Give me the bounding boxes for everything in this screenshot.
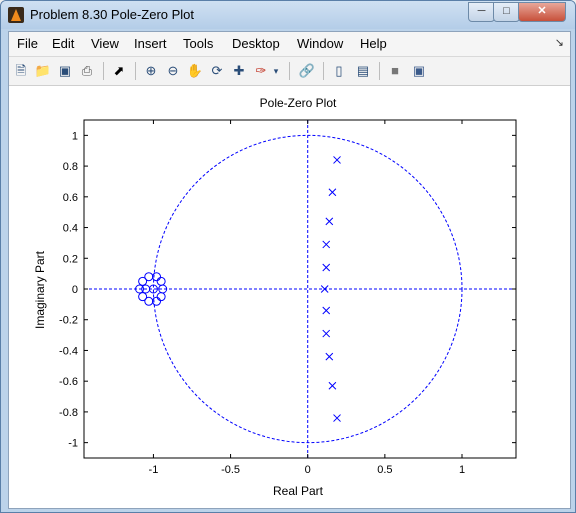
x-axis-label: Real Part [273,484,324,498]
hide-plot-tools-icon[interactable]: ■ [385,61,405,81]
new-figure-icon[interactable]: 🗎 [11,61,31,81]
toolbar-separator [289,62,290,80]
toolbar-separator [379,62,380,80]
save-icon[interactable]: ▣ [55,61,75,81]
link-plot-icon[interactable]: 🔗 [297,61,317,81]
x-tick-label: 0 [305,464,311,476]
zero-marker [144,296,154,306]
insert-legend-icon[interactable]: ▤ [353,61,373,81]
dock-arrow-icon[interactable]: ↘ [555,36,564,49]
menu-view[interactable]: View [91,36,119,51]
y-tick-label: -1 [68,438,78,450]
toolbar-separator [103,62,104,80]
window-title: Problem 8.30 Pole-Zero Plot [30,7,195,22]
brush-dropdown-icon[interactable]: ▾ [271,61,281,81]
y-tick-label: -0.4 [59,345,78,357]
zero-marker [156,292,166,302]
chart-title: Pole-Zero Plot [260,96,337,110]
zero-marker [156,276,166,286]
title-bar[interactable]: Problem 8.30 Pole-Zero Plot ─ □ ✕ [1,1,575,29]
y-axis-label: Imaginary Part [33,250,47,329]
pole-marker [325,352,334,361]
open-file-icon[interactable]: 📁 [33,61,53,81]
y-tick-label: 0.6 [63,192,78,204]
figure-window: Problem 8.30 Pole-Zero Plot ─ □ ✕ File E… [0,0,576,513]
menu-insert[interactable]: Insert [134,36,167,51]
pole-marker [320,285,329,293]
x-tick-label: -0.5 [221,464,240,476]
y-tick-label: 0.8 [63,161,78,173]
menu-window[interactable]: Window [297,36,343,51]
edit-plot-arrow-icon[interactable]: ⬈ [109,61,129,81]
pole-marker [328,381,337,390]
pole-marker [322,240,331,249]
figure-canvas: Pole-Zero Plot Real Part Imaginary Part … [9,86,570,508]
toolbar-separator [135,62,136,80]
client-area: File Edit View Insert Tools Desktop Wind… [8,31,571,509]
pole-marker [322,306,331,315]
y-tick-label: 1 [72,130,78,142]
brush-icon[interactable]: ✑ [251,61,271,81]
pole-marker [322,263,331,272]
menu-file[interactable]: File [17,36,38,51]
y-tick-label: 0.2 [63,253,78,265]
pole-marker [333,156,341,164]
y-tick-label: -0.8 [59,407,78,419]
y-tick-label: -0.2 [59,315,78,327]
print-icon[interactable]: ⎙ [77,61,97,81]
toolbar: 🗎 📁 ▣ ⎙ ⬈ ⊕ ⊖ ✋ ⟳ ✚ ✑ ▾ 🔗 ▯ ▤ ■ ▣ [9,57,570,86]
pan-hand-icon[interactable]: ✋ [185,61,205,81]
menu-bar: File Edit View Insert Tools Desktop Wind… [9,32,570,57]
rotate-3d-icon[interactable]: ⟳ [207,61,227,81]
menu-help[interactable]: Help [360,36,387,51]
pole-marker [325,217,334,226]
zoom-in-icon[interactable]: ⊕ [141,61,161,81]
pole-marker [328,188,337,197]
y-tick-label: 0.4 [63,223,78,235]
pole-marker [333,414,341,422]
menu-tools[interactable]: Tools [183,36,213,51]
y-tick-label: -0.6 [59,376,78,388]
zero-marker [138,276,148,286]
show-plot-tools-icon[interactable]: ▣ [409,61,429,81]
insert-colorbar-icon[interactable]: ▯ [329,61,349,81]
y-tick-label: 0 [72,284,78,296]
x-tick-label: -1 [149,464,159,476]
toolbar-separator [323,62,324,80]
pole-marker [322,329,331,338]
menu-edit[interactable]: Edit [52,36,74,51]
maximize-button[interactable]: □ [493,2,520,22]
x-tick-label: 0.5 [377,464,392,476]
matlab-icon [8,7,24,23]
zoom-out-icon[interactable]: ⊖ [163,61,183,81]
menu-desktop[interactable]: Desktop [232,36,280,51]
data-cursor-icon[interactable]: ✚ [229,61,249,81]
x-tick-label: 1 [459,464,465,476]
pole-zero-chart[interactable]: Pole-Zero Plot Real Part Imaginary Part … [9,86,570,508]
close-button[interactable]: ✕ [518,2,566,22]
minimize-button[interactable]: ─ [468,2,495,22]
